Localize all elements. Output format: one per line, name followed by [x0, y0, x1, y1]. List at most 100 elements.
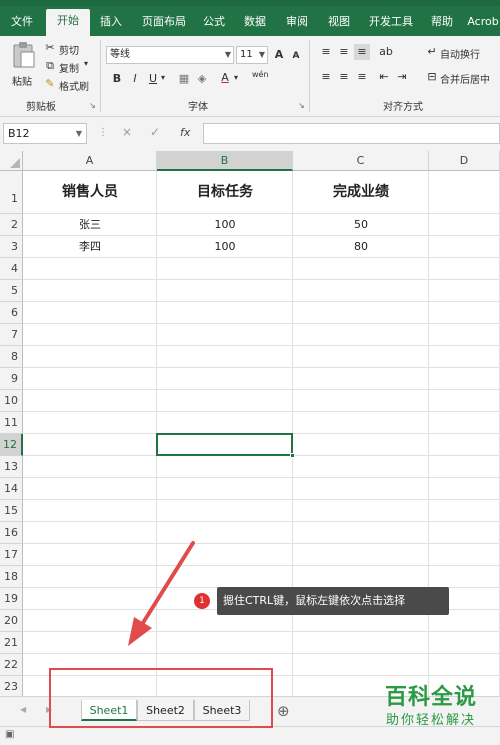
clipboard-group-label: 剪贴板	[26, 102, 56, 113]
row-header-1[interactable]: 1	[0, 171, 23, 214]
column-header-a[interactable]: A	[23, 151, 157, 171]
tab-review[interactable]: 审阅	[278, 10, 316, 36]
row-header-21[interactable]: 21	[0, 632, 23, 654]
tab-insert[interactable]: 插入	[92, 10, 130, 36]
macro-record-icon[interactable]: ▣	[5, 729, 14, 740]
underline-button[interactable]: U	[145, 71, 161, 87]
scroll-left-icon[interactable]: ◀	[20, 705, 26, 714]
align-left-icon[interactable]: ≡	[318, 69, 334, 85]
table-cell[interactable]: 张三	[23, 214, 157, 236]
font-name-value: 等线	[110, 49, 130, 60]
row-header-14[interactable]: 14	[0, 478, 23, 500]
italic-button[interactable]: I	[127, 71, 143, 87]
row-header-19[interactable]: 19	[0, 588, 23, 610]
row-header-17[interactable]: 17	[0, 544, 23, 566]
wrap-text-button[interactable]: ↵ 自动换行	[424, 44, 500, 61]
enter-icon[interactable]: ✓	[150, 125, 160, 139]
cancel-icon[interactable]: ×	[122, 125, 132, 139]
column-header-b[interactable]: B	[157, 151, 293, 171]
row-header-3[interactable]: 3	[0, 236, 23, 258]
align-top-icon[interactable]: ≡	[318, 44, 334, 60]
tab-home[interactable]: 开始	[46, 9, 90, 36]
borders-icon[interactable]: ▦	[176, 71, 192, 87]
format-painter-button[interactable]: ✎ 格式刷	[42, 76, 94, 93]
row-header-20[interactable]: 20	[0, 610, 23, 632]
title-strip	[0, 0, 500, 6]
align-right-icon[interactable]: ≡	[354, 69, 370, 85]
decrease-indent-icon[interactable]: ⇤	[376, 69, 392, 85]
bold-button[interactable]: B	[109, 71, 125, 87]
font-color-button[interactable]: A	[217, 70, 233, 86]
grow-font-button[interactable]: A	[271, 47, 287, 63]
align-middle-icon[interactable]: ≡	[336, 44, 352, 60]
select-all-button[interactable]	[0, 151, 23, 171]
cut-button[interactable]: ✂ 剪切	[42, 40, 90, 57]
tab-acrobat[interactable]: Acrob	[466, 10, 500, 36]
font-color-dropdown-icon[interactable]: ▾	[234, 73, 238, 82]
orientation-icon[interactable]: ab	[378, 44, 394, 60]
row-header-2[interactable]: 2	[0, 214, 23, 236]
selected-cell[interactable]	[156, 433, 293, 456]
insert-function-icon[interactable]: fx	[180, 126, 190, 139]
increase-indent-icon[interactable]: ⇥	[394, 69, 410, 85]
row-header-15[interactable]: 15	[0, 500, 23, 522]
row-header-9[interactable]: 9	[0, 368, 23, 390]
tab-help[interactable]: 帮助	[424, 10, 460, 36]
ribbon-tab-bar: 文件 开始 插入 页面布局 公式 数据 审阅 视图 开发工具 帮助 Acrob	[0, 0, 500, 36]
row-header-23[interactable]: 23	[0, 676, 23, 696]
row-header-8[interactable]: 8	[0, 346, 23, 368]
row-header-11[interactable]: 11	[0, 412, 23, 434]
paste-button[interactable]: 粘贴	[6, 41, 40, 93]
name-box[interactable]: B12 ▼	[3, 123, 87, 144]
clipboard-launcher-icon[interactable]: ↘	[89, 101, 96, 110]
row-header-10[interactable]: 10	[0, 390, 23, 412]
merge-center-button[interactable]: ⊟ 合并后居中	[424, 69, 500, 86]
tab-data[interactable]: 数据	[236, 10, 274, 36]
table-cell[interactable]: 100	[157, 214, 293, 236]
fill-color-icon[interactable]: ◈	[194, 71, 210, 87]
align-bottom-icon[interactable]: ≡	[354, 44, 370, 60]
phonetic-button[interactable]: wén	[252, 70, 269, 79]
row-header-18[interactable]: 18	[0, 566, 23, 588]
tab-developer[interactable]: 开发工具	[362, 10, 420, 36]
formula-input[interactable]	[203, 123, 500, 144]
row-header-13[interactable]: 13	[0, 456, 23, 478]
tab-file[interactable]: 文件	[2, 10, 42, 36]
table-cell[interactable]: 80	[293, 236, 429, 258]
clipboard-icon	[13, 42, 35, 68]
add-sheet-icon[interactable]: ⊕	[277, 702, 290, 720]
header-cell[interactable]: 销售人员	[23, 171, 157, 214]
tab-formulas[interactable]: 公式	[196, 10, 232, 36]
font-launcher-icon[interactable]: ↘	[298, 101, 305, 110]
underline-dropdown-icon[interactable]: ▾	[161, 73, 165, 82]
column-header-c[interactable]: C	[293, 151, 429, 171]
table-cell[interactable]: 李四	[23, 236, 157, 258]
header-cell[interactable]: 完成业绩	[293, 171, 429, 214]
copy-dropdown-icon[interactable]: ▾	[84, 59, 88, 68]
chevron-down-icon: ▼	[258, 50, 265, 59]
alignment-group-label: 对齐方式	[383, 102, 423, 113]
header-cell[interactable]: 目标任务	[157, 171, 293, 214]
table-cell[interactable]: 50	[293, 214, 429, 236]
row-header-5[interactable]: 5	[0, 280, 23, 302]
column-header-d[interactable]: D	[429, 151, 500, 171]
ribbon-home: 粘贴 ✂ 剪切 ⧉ 复制 ▾ ✎ 格式刷 剪贴板 ↘ 等线 ▼ 11 ▼ A A…	[0, 36, 500, 117]
row-header-7[interactable]: 7	[0, 324, 23, 346]
formula-bar-grip-icon: ⋮	[98, 127, 108, 138]
step-badge: 1	[194, 593, 210, 609]
chevron-down-icon: ▼	[75, 129, 82, 138]
row-header-16[interactable]: 16	[0, 522, 23, 544]
shrink-font-button[interactable]: A	[288, 48, 304, 64]
tab-page-layout[interactable]: 页面布局	[134, 10, 194, 36]
row-header-4[interactable]: 4	[0, 258, 23, 280]
copy-button[interactable]: ⧉ 复制 ▾	[42, 58, 92, 75]
tab-view[interactable]: 视图	[320, 10, 358, 36]
fill-handle[interactable]	[290, 453, 295, 458]
font-size-select[interactable]: 11 ▼	[236, 46, 268, 64]
row-header-22[interactable]: 22	[0, 654, 23, 676]
row-header-12[interactable]: 12	[0, 434, 23, 456]
align-center-icon[interactable]: ≡	[336, 69, 352, 85]
font-name-select[interactable]: 等线 ▼	[106, 46, 234, 64]
table-cell[interactable]: 100	[157, 236, 293, 258]
row-header-6[interactable]: 6	[0, 302, 23, 324]
